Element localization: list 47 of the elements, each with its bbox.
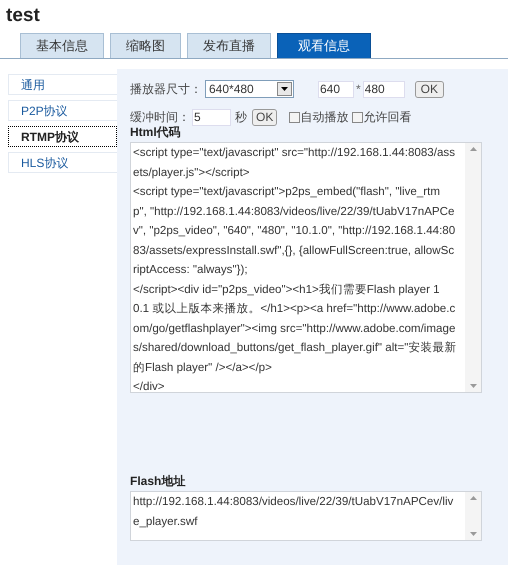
checkbox-label: 自动播放 — [300, 109, 348, 126]
html-code-label: Html代码 — [130, 125, 182, 140]
code-line: http://192.168.1.44:8083/videos/live/22/39/tUabV17nAPCev/liv — [133, 494, 454, 510]
code-line: e_player.swf — [133, 514, 198, 530]
scrollbar[interactable] — [465, 143, 481, 392]
scrollbar[interactable] — [465, 492, 481, 540]
code-line: 83/assets/expressInstall.swf",{}, {allowFullScreen:true, allowSc — [133, 242, 456, 258]
checkbox[interactable] — [289, 112, 300, 122]
sidebar-item[interactable]: P2P协议 — [8, 100, 117, 121]
code-line: </div> — [133, 379, 166, 392]
html-code-textarea[interactable] — [130, 142, 482, 393]
ok-button[interactable]: OK — [414, 80, 444, 98]
times-sign: * — [356, 81, 361, 98]
code-line: v", "p2ps_video", "640", "480", "10.1.0", "http://192.168.1.44:80 — [133, 223, 456, 239]
tab[interactable]: 发布直播 — [187, 33, 271, 58]
sidebar-item[interactable]: 通用 — [8, 74, 117, 95]
page-title: test — [6, 4, 40, 28]
sidebar-item[interactable]: HLS协议 — [8, 152, 117, 173]
tab[interactable]: 基本信息 — [20, 33, 104, 58]
code-line: 的Flash player" /></a></p> — [133, 360, 273, 376]
seconds-unit: 秒 — [235, 109, 247, 126]
flash-url-label: Flash地址 — [130, 474, 186, 489]
code-line: om/go/getflashplayer"><img src="http://www.adobe.com/image — [133, 320, 456, 336]
code-line: s/shared/download_buttons/get_flash_player.gif" alt="安装最新 — [133, 340, 458, 356]
scroll-down-icon[interactable] — [470, 384, 476, 388]
tab[interactable]: 观看信息 — [277, 33, 371, 58]
buffer-time-input[interactable]: 5 — [192, 108, 231, 126]
buffer-time-label: 缓冲时间： — [130, 109, 190, 126]
code-line: riptAccess: "always"}); — [133, 262, 249, 278]
player-size-label: 播放器尺寸： — [130, 81, 202, 98]
height-input[interactable]: 480 — [362, 80, 405, 98]
width-input[interactable]: 640 — [318, 80, 354, 98]
code-line: p", "http://192.168.1.44:8083/videos/live/22/39/tUabV17nAPCe — [133, 204, 456, 220]
code-line: </script><div id="p2ps_video"><h1>我们需要Flash player 1 — [133, 282, 441, 298]
scroll-down-icon[interactable] — [470, 532, 476, 536]
flash-url-textarea[interactable]: http://192.168.1.44:8083/videos/live/22/39/tUabV17nAPCev/liv e_player.swf — [130, 491, 482, 541]
checkbox-label: 允许回看 — [363, 109, 412, 126]
checkbox[interactable] — [352, 112, 364, 122]
code-line: <script type="text/javascript" src="http://192.168.1.44:8083/ass — [133, 145, 456, 161]
tab[interactable]: 缩略图 — [110, 33, 181, 58]
scroll-up-icon[interactable] — [470, 496, 476, 500]
code-line: <script type="text/javascript">p2ps_embed("flash", "live_rtm — [133, 184, 442, 200]
code-line: 0.1 或以上版本来播放。</h1><p><a href="http://www.adobe.c — [133, 301, 456, 317]
scroll-up-icon[interactable] — [470, 147, 476, 151]
ok-button[interactable]: OK — [252, 108, 278, 126]
code-line: ets/player.js"></script> — [133, 164, 251, 180]
player-size-select[interactable]: 640*480 — [205, 80, 294, 98]
